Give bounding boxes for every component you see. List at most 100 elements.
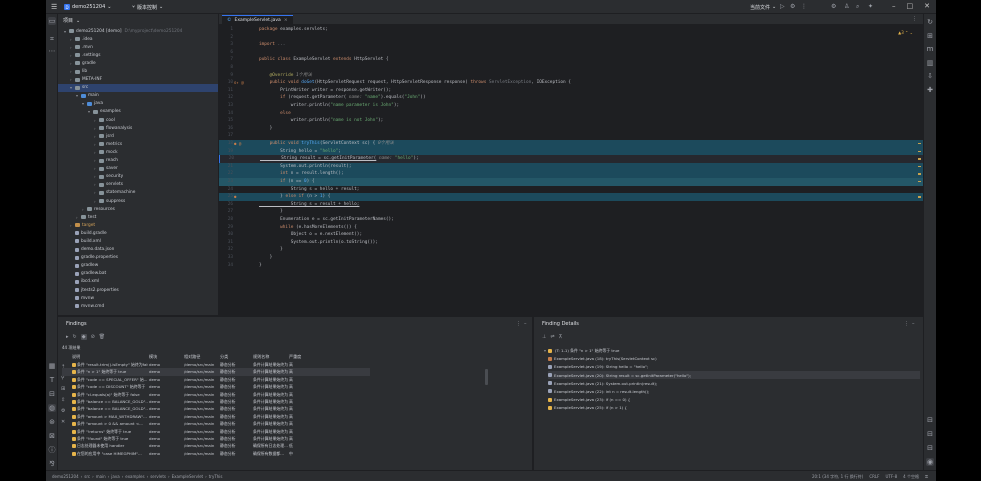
code-line[interactable]: 29 while (e.hasMoreElements()) { [219,224,923,232]
code-area[interactable]: 1 package examples.servlets; 2 3 import ... 6… [219,26,923,315]
code-line[interactable]: 24 String s = hello + result; [219,186,923,194]
file-encoding[interactable]: UTF-8 [885,474,897,480]
code-line[interactable]: 9 @Override 1个用法 [219,72,923,80]
tree-node[interactable]: › .idea [58,35,218,43]
column-header[interactable]: 分类 [220,354,228,360]
tree-node[interactable]: gradlew.bat [58,270,218,278]
stop-icon[interactable]: ⊘ [91,334,95,340]
tree-node[interactable]: › test [58,213,218,221]
structure-icon[interactable]: ⊟ [926,430,934,438]
bookmarks-icon[interactable]: ⊟ [926,416,934,424]
detail-item[interactable]: ExampleServlet.java (23): if (n == 0) { [548,396,630,403]
code-line[interactable]: 12 if (request.getParameter( name: "name… [219,94,923,102]
detail-item[interactable]: ExampleServlet.java (21): System.out.pri… [548,380,657,387]
minimize-icon[interactable]: – [524,321,527,327]
breadcrumb-item[interactable]: demo251204 [52,474,79,479]
code-line[interactable]: 34} [219,262,923,270]
search-icon[interactable]: ⌕ [856,3,859,11]
plugins-icon[interactable]: ▦ [48,362,56,370]
tree-node[interactable]: › resources [58,205,218,213]
table-row[interactable]: 在您的应用中 "case HIMEGPHIM"... demo/demo/src/… [62,450,370,457]
tree-node[interactable]: ibcd.xml [58,278,218,286]
close-icon[interactable]: ✕ [924,2,930,10]
tree-node[interactable]: ▾ java [58,100,218,108]
tab-exampleservlet[interactable]: © ExampleServlet.java × [222,15,293,25]
detail-root[interactable]: ▾ (T: 1-1) 条件 "n > 1" 始终等于 true [544,347,619,354]
more-icon[interactable]: ⋮ [801,3,807,10]
ai-icon[interactable]: m [926,45,934,53]
table-row[interactable]: 条件 "!found" 始终等于 true demo/demo/src/main 静… [62,435,370,442]
copilot-icon[interactable]: ✚ [926,86,934,94]
code-line[interactable]: 7 public class ExampleServlet extends Htt… [219,56,923,64]
table-row[interactable]: 条件 "result.trim().isEmpty" 始终为false demo /… [62,361,370,368]
more-icon[interactable]: ⋮ [516,321,521,327]
code-line[interactable]: 22 int n = result.length(); [219,170,923,178]
table-row[interactable]: 条件 "n > 1" 始终等于 true demo/demo/src/main 静态… [62,368,370,376]
code-line[interactable]: 18 ● @ public void tryThis(ServletContext… [219,140,923,148]
todo-icon[interactable]: ⅋ [48,460,56,468]
code-line[interactable]: 33 } [219,254,923,262]
table-row[interactable]: 条件 "!returns" 始终等于 true demo/demo/src/mai… [62,428,370,435]
vcs-widget[interactable]: ⑂ 版本控制 ⌄ [132,2,163,12]
tree-node[interactable]: demo.data.json [58,246,218,254]
settings-icon[interactable]: ⚙ [831,3,836,10]
git-icon[interactable]: ⊠ [48,432,56,440]
code-line[interactable]: 20 String result = sc.getInitParameter( … [219,155,923,163]
gradle-icon[interactable]: ⇩ [926,72,934,80]
more-icon[interactable]: ⋮ [912,16,917,22]
tree-node[interactable]: build.gradle [58,229,218,237]
tree-node[interactable]: › lib [58,67,218,75]
gutter-icon[interactable]: ● @ [234,140,241,148]
breadcrumb-item[interactable]: src [84,474,90,479]
tree-node[interactable]: › saver [58,165,218,173]
breadcrumb-item[interactable]: examples [125,474,144,479]
database-icon[interactable]: ⊞ [926,32,934,40]
chevron-down-icon[interactable]: ⌄ [76,18,80,24]
filter-icon[interactable]: ◆ [80,334,87,340]
table-row[interactable]: 条件 "code == DISCOUNT" 始终等于 demo/demo/src/… [62,383,370,390]
column-header[interactable]: 模块 [149,354,157,360]
tree-node[interactable]: › reach [58,157,218,165]
tree-node[interactable]: ▾ src [58,83,218,92]
tree-node[interactable]: mvnw.cmd [58,302,218,310]
more-icon[interactable]: ⋯ [48,47,56,55]
minimize-icon[interactable]: – [912,321,915,327]
code-line[interactable]: 25 ● } else if (n > 1) { [219,193,923,201]
breadcrumb-item[interactable]: main [96,474,106,479]
close-icon[interactable]: × [284,18,288,23]
code-line[interactable]: 3 import ... [219,41,923,49]
code-line[interactable]: 28 Enumeration e = sc.getInitParameterNa… [219,216,923,224]
tree-node[interactable]: ▾ demo251204 [demo] D:\myproject\demo25120… [58,27,218,35]
detail-item[interactable]: ExampleServlet.java (19): String hello =… [548,363,648,370]
tree-node[interactable]: › flowanalysis [58,124,218,132]
ai-assistant-icon[interactable]: ✦ [868,3,873,10]
code-line[interactable]: 32 } [219,246,923,254]
detail-item[interactable]: ExampleServlet.java (18): tryThis(Servle… [548,355,657,362]
code-line[interactable]: 8 [219,64,923,72]
tree-node[interactable]: › .mvn [58,43,218,51]
code-line[interactable]: 21 System.out.println(result); [219,162,923,171]
breadcrumb-item[interactable]: java [111,474,119,479]
lock-icon[interactable]: ⚿ [925,474,928,480]
tree-node[interactable]: › servlets [58,181,218,189]
tree-icon[interactable]: ⊥ [542,334,546,340]
code-line[interactable]: 16 } [219,125,923,133]
code-line[interactable]: 14 else [219,110,923,118]
run-config-selector[interactable]: 当前文件 ⌄ [750,2,776,12]
tree-node[interactable]: jtests2.properties [58,286,218,294]
maximize-icon[interactable]: □ [907,2,914,10]
tree-node[interactable]: › gradle [58,59,218,67]
code-line[interactable]: 15 writer.println("name is not John"); [219,117,923,125]
minimize-icon[interactable]: – [892,2,896,10]
breadcrumb-item[interactable]: tryThis [209,474,223,479]
table-row[interactable]: 条件 "balance == BALANCE_GOLD"... demo/demo… [62,405,370,412]
tree-node[interactable]: › META-INF [58,76,218,84]
findings-icon[interactable]: ◉ [926,458,934,466]
tree-node[interactable]: › statemachine [58,189,218,197]
problems-icon[interactable]: ◍ [48,404,56,412]
run-icon[interactable]: ▸ [66,334,69,340]
refresh-icon[interactable]: ↻ [73,334,77,340]
code-line[interactable]: 30 Object o = e.nextElement(); [219,231,923,239]
detail-item[interactable]: ExampleServlet.java (25): if (n > 1) { [548,404,627,411]
breadcrumb-item[interactable]: ExampleServlet [172,474,204,479]
